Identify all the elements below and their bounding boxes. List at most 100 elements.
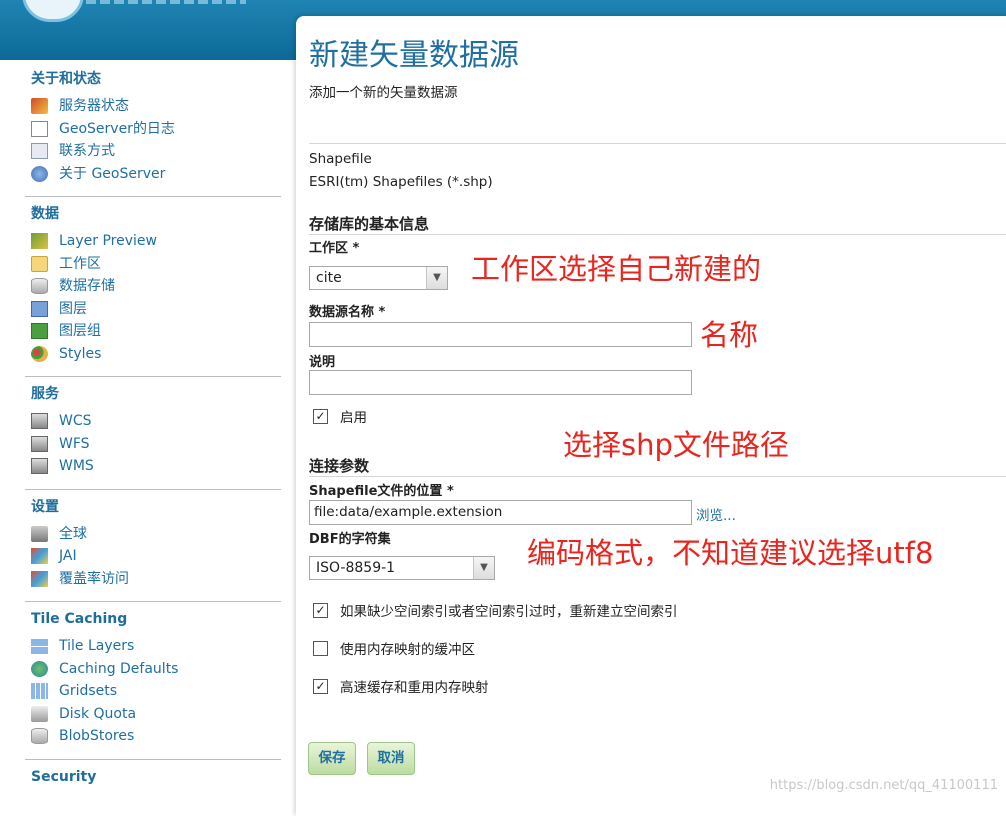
rebuild-index-checkbox[interactable]: ✓ bbox=[313, 602, 328, 618]
sidebar-item-geoserver-log[interactable]: GeoServer的日志 bbox=[31, 118, 281, 141]
service-icon bbox=[31, 435, 48, 452]
sidebar-section-security: Security bbox=[25, 760, 281, 804]
service-icon bbox=[31, 458, 48, 475]
sidebar-item-label: JAI bbox=[59, 548, 77, 564]
sidebar-item-server-status[interactable]: 服务器状态 bbox=[31, 95, 281, 118]
sidebar-item-label: 工作区 bbox=[59, 255, 101, 272]
sidebar-item-jai[interactable]: JAI bbox=[31, 545, 281, 568]
cache-memory-maps-checkbox[interactable]: ✓ bbox=[313, 678, 328, 694]
sidebar-item-label: Tile Layers bbox=[59, 638, 135, 654]
sidebar-item-layer-groups[interactable]: 图层组 bbox=[31, 320, 281, 343]
sidebar-section-title: Tile Caching bbox=[31, 611, 128, 627]
dbf-charset-label: DBF的字符集 bbox=[309, 532, 391, 547]
annotation-workspace: 工作区选择自己新建的 bbox=[471, 252, 762, 286]
sidebar-item-wms[interactable]: WMS bbox=[31, 455, 281, 478]
sidebar-item-stores[interactable]: 数据存储 bbox=[31, 275, 281, 298]
workspace-select[interactable]: cite ▼ bbox=[309, 266, 448, 290]
divider bbox=[309, 476, 1006, 477]
sidebar-section-about: 关于和状态 服务器状态 GeoServer的日志 联系方式 关于 GeoServ… bbox=[25, 62, 281, 197]
sidebar-item-blobstores[interactable]: BlobStores bbox=[31, 725, 281, 748]
database-icon bbox=[31, 278, 48, 295]
sidebar-item-gridsets[interactable]: Gridsets bbox=[31, 680, 281, 703]
globe-icon bbox=[31, 660, 48, 677]
sidebar-item-label: Disk Quota bbox=[59, 705, 137, 722]
dbf-charset-value: ISO-8859-1 bbox=[316, 560, 396, 576]
cache-memory-maps-row[interactable]: ✓ 高速缓存和重用内存映射 bbox=[313, 676, 489, 696]
sidebar-item-label: 联系方式 bbox=[59, 143, 115, 159]
sidebar-item-label: 图层组 bbox=[59, 323, 101, 339]
log-document-icon bbox=[31, 120, 48, 137]
service-icon bbox=[31, 413, 48, 430]
description-input[interactable] bbox=[309, 370, 692, 395]
database-icon bbox=[31, 728, 48, 745]
sidebar-item-layers[interactable]: 图层 bbox=[31, 298, 281, 321]
geoserver-logo[interactable] bbox=[22, 0, 84, 22]
dbf-charset-select[interactable]: ISO-8859-1 ▼ bbox=[309, 556, 495, 580]
source-type: Shapefile bbox=[309, 151, 372, 167]
chevron-down-icon[interactable]: ▼ bbox=[426, 267, 447, 289]
sidebar-item-tile-layers[interactable]: Tile Layers bbox=[31, 635, 281, 658]
shapefile-location-input[interactable]: file:data/example.extension bbox=[309, 500, 692, 525]
help-icon bbox=[31, 165, 48, 182]
sidebar-item-label: 覆盖率访问 bbox=[59, 570, 129, 587]
sidebar-item-disk-quota[interactable]: Disk Quota bbox=[31, 703, 281, 726]
sidebar-section-title: Security bbox=[31, 768, 97, 785]
sidebar-item-coverage-access[interactable]: 覆盖率访问 bbox=[31, 568, 281, 591]
connection-params-title: 连接参数 bbox=[309, 457, 370, 475]
sidebar-section-title: 数据 bbox=[31, 206, 59, 222]
tile-layers-icon bbox=[31, 638, 48, 655]
rebuild-index-row[interactable]: ✓ 如果缺少空间索引或者空间索引过时，重新建立空间索引 bbox=[313, 600, 678, 620]
sidebar-item-wfs[interactable]: WFS bbox=[31, 433, 281, 456]
sidebar-item-label: 全球 bbox=[59, 525, 87, 542]
sidebar-item-wcs[interactable]: WCS bbox=[31, 410, 281, 433]
annotation-path: 选择shp文件路径 bbox=[563, 428, 789, 462]
sidebar-section-tile-caching: Tile Caching Tile Layers Caching Default… bbox=[25, 602, 281, 760]
browse-link[interactable]: 浏览... bbox=[696, 504, 736, 524]
memory-mapped-checkbox[interactable] bbox=[313, 640, 328, 656]
coverage-icon bbox=[31, 570, 48, 587]
store-name-input[interactable] bbox=[309, 322, 692, 347]
divider bbox=[309, 234, 1006, 235]
sidebar-item-workspaces[interactable]: 工作区 bbox=[31, 253, 281, 276]
chevron-down-icon[interactable]: ▼ bbox=[473, 557, 494, 579]
sidebar-item-caching-defaults[interactable]: Caching Defaults bbox=[31, 658, 281, 681]
sidebar-item-contact[interactable]: 联系方式 bbox=[31, 140, 281, 163]
sidebar-section-data: 数据 Layer Preview 工作区 数据存储 图层 图层组 Styles bbox=[25, 197, 281, 377]
sidebar-item-label: WMS bbox=[59, 458, 94, 474]
sidebar-item-layer-preview[interactable]: Layer Preview bbox=[31, 230, 281, 253]
annotation-name: 名称 bbox=[700, 318, 759, 352]
contact-card-icon bbox=[31, 143, 48, 160]
sidebar-item-global[interactable]: 全球 bbox=[31, 523, 281, 546]
sidebar-section-title: 设置 bbox=[31, 498, 59, 515]
workspace-label: 工作区 * bbox=[309, 241, 360, 256]
disk-icon bbox=[31, 705, 48, 722]
layer-preview-icon bbox=[31, 233, 48, 250]
cancel-button[interactable]: 取消 bbox=[367, 742, 415, 775]
sidebar-item-label: Layer Preview bbox=[59, 233, 157, 249]
shapefile-location-label: Shapefile文件的位置 * bbox=[309, 484, 454, 499]
sidebar: 关于和状态 服务器状态 GeoServer的日志 联系方式 关于 GeoServ… bbox=[25, 62, 281, 804]
page-title: 新建矢量数据源 bbox=[309, 38, 519, 73]
sidebar-item-label: Caching Defaults bbox=[59, 660, 179, 677]
global-settings-icon bbox=[31, 525, 48, 542]
sidebar-item-label: 数据存储 bbox=[59, 278, 115, 294]
server-status-icon bbox=[31, 98, 48, 115]
geoserver-logo-wordmark bbox=[86, 0, 246, 4]
enabled-checkbox-row[interactable]: ✓ 启用 bbox=[313, 406, 367, 426]
sidebar-section-title: 关于和状态 bbox=[31, 71, 101, 87]
enabled-label: 启用 bbox=[340, 410, 367, 426]
sidebar-item-about[interactable]: 关于 GeoServer bbox=[31, 163, 281, 186]
save-button[interactable]: 保存 bbox=[308, 742, 356, 775]
grid-icon bbox=[31, 683, 48, 700]
enabled-checkbox[interactable]: ✓ bbox=[313, 408, 328, 424]
palette-icon bbox=[31, 345, 48, 362]
main-panel: 新建矢量数据源 添加一个新的矢量数据源 Shapefile ESRI(tm) S… bbox=[296, 16, 1006, 816]
sidebar-item-label: Gridsets bbox=[59, 683, 118, 699]
memory-mapped-row[interactable]: 使用内存映射的缓冲区 bbox=[313, 638, 475, 658]
jai-icon bbox=[31, 548, 48, 565]
source-description: ESRI(tm) Shapefiles (*.shp) bbox=[309, 174, 493, 190]
sidebar-item-styles[interactable]: Styles bbox=[31, 343, 281, 366]
folder-icon bbox=[31, 255, 48, 272]
sidebar-section-services: 服务 WCS WFS WMS bbox=[25, 377, 281, 490]
layer-icon bbox=[31, 300, 48, 317]
